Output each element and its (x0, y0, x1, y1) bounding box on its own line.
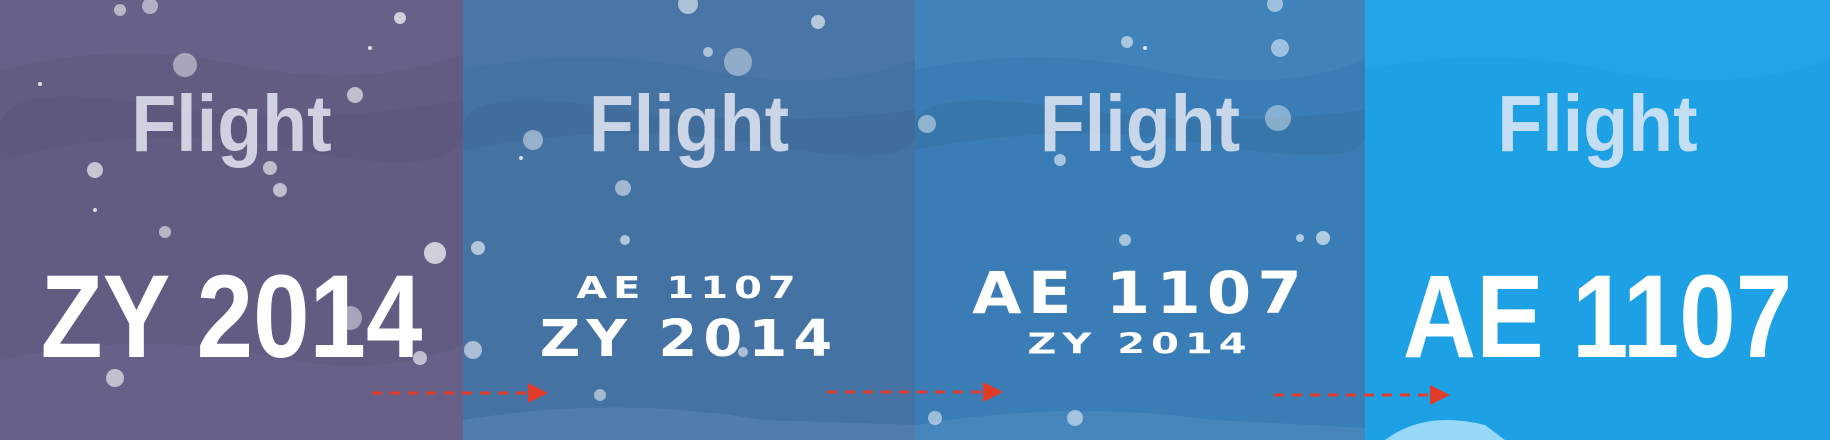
panel-4: Flight AE 1107 (1365, 0, 1830, 440)
flight-code: ZY 2014 (40, 251, 423, 383)
panel-2: Flight AE 1107 ZY 2014 (463, 0, 915, 440)
flight-code-incoming: AE 1107 (972, 260, 1308, 328)
flight-code-outgoing: ZY 2014 (539, 310, 839, 369)
flight-label: Flight (1497, 79, 1698, 168)
flight-label: Flight (1039, 79, 1241, 168)
flight-label: Flight (588, 79, 790, 168)
flight-code-incoming: AE 1107 (576, 270, 802, 306)
background-clouds-snow-2 (463, 0, 915, 440)
background-clouds-snow-3 (915, 0, 1365, 440)
flight-code: AE 1107 (1402, 251, 1793, 383)
panel-1: Flight ZY 2014 (0, 0, 463, 440)
panel-3: Flight AE 1107 ZY 2014 (915, 0, 1365, 440)
flight-board-transition-strip: Flight ZY 2014 Flight AE 1107 ZY 2014 Fl… (0, 0, 1830, 440)
flight-label: Flight (131, 79, 332, 168)
flight-code-outgoing: ZY 2014 (1027, 327, 1253, 361)
